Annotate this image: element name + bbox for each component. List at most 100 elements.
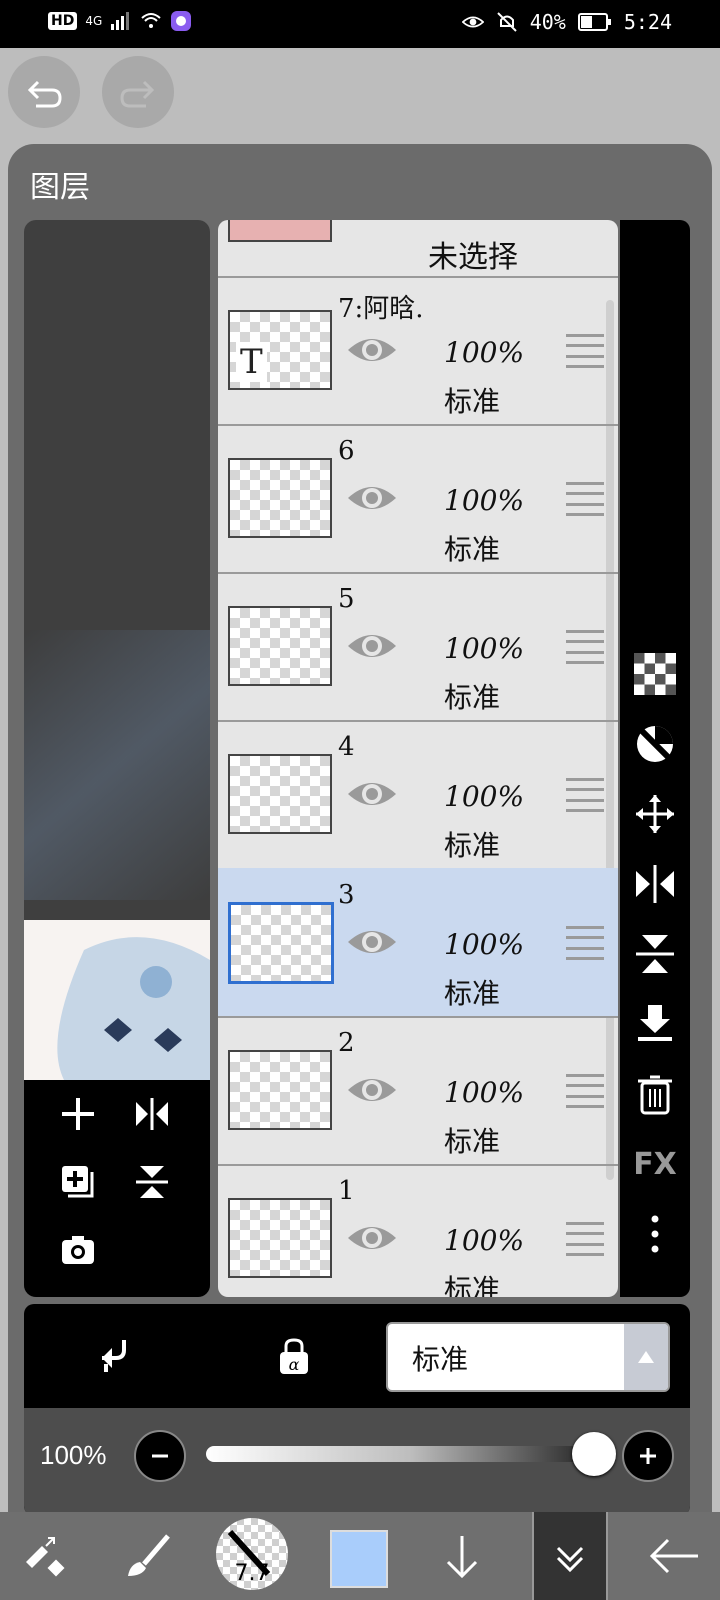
drag-handle-icon[interactable] (566, 926, 604, 960)
layer-thumbnail[interactable] (228, 902, 334, 984)
layer-row[interactable]: T 7:阿晗. 100% 标准 (218, 276, 618, 426)
opacity-label: 100% (40, 1440, 107, 1470)
preview-thumbnail (24, 920, 210, 1080)
drag-handle-icon[interactable] (566, 482, 604, 516)
canvas-preview[interactable] (24, 220, 210, 1297)
mask-button[interactable] (631, 720, 679, 768)
layer-row[interactable]: 6 100% 标准 (218, 424, 618, 574)
transparency-button[interactable] (631, 650, 679, 698)
camera-button[interactable] (54, 1226, 102, 1274)
thumb-partial (228, 220, 332, 242)
layer-row[interactable]: 4 100% 标准 (218, 720, 618, 870)
flip-vertical-button[interactable] (128, 1158, 176, 1206)
layer-list[interactable]: 未选择 T 7:阿晗. 100% 标准 6 100% 标准 5 100% 标准 4 100% 标准 3 10… (218, 220, 618, 1297)
mute-icon (496, 12, 517, 32)
pen-icon (227, 1529, 271, 1577)
unselected-item[interactable]: 未选择 (218, 220, 618, 278)
trash-icon (638, 1075, 672, 1115)
color-swatch[interactable] (330, 1530, 388, 1588)
layer-thumbnail[interactable]: T (228, 310, 332, 390)
artwork-thumbnail (24, 920, 210, 1080)
layer-opacity: 100% (444, 928, 525, 961)
opacity-decrease-button[interactable] (134, 1430, 186, 1482)
layer-row[interactable]: 3 100% 标准 (218, 868, 618, 1018)
drag-handle-icon[interactable] (566, 778, 604, 812)
drag-handle-icon[interactable] (566, 334, 604, 368)
eye-icon[interactable] (346, 922, 398, 962)
checker-icon (634, 653, 676, 695)
drag-handle-icon[interactable] (566, 630, 604, 664)
more-button[interactable] (631, 1210, 679, 1258)
slider-knob[interactable] (572, 1432, 616, 1476)
mask-icon (637, 726, 673, 762)
move-button[interactable] (631, 790, 679, 838)
flip-horizontal-button[interactable] (128, 1090, 176, 1138)
layer-blend-mode: 标准 (444, 829, 501, 862)
layer-thumbnail[interactable] (228, 1198, 332, 1278)
blend-panel: α 标准 100% (24, 1304, 690, 1516)
add-layer-button[interactable] (54, 1090, 102, 1138)
layer-row[interactable]: 1 100% 标准 (218, 1164, 618, 1297)
app-notification-icon (171, 11, 192, 31)
fx-button[interactable]: FX (631, 1140, 679, 1188)
layer-opacity: 100% (444, 484, 525, 517)
side-flip-vertical-button[interactable] (631, 930, 679, 978)
layer-thumbnail[interactable] (228, 606, 332, 686)
add-icon (62, 1098, 94, 1130)
undo-button[interactable] (8, 56, 80, 128)
side-flip-horizontal-button[interactable] (631, 860, 679, 908)
layer-opacity: 100% (444, 1076, 525, 1109)
eye-icon[interactable] (346, 1218, 398, 1258)
panel-title: 图层 (30, 170, 90, 205)
transform-icon (26, 1537, 65, 1577)
layer-blend-mode: 标准 (444, 385, 501, 418)
flip-vertical-icon (636, 935, 674, 973)
layer-down-button[interactable] (432, 1512, 492, 1600)
eye-comfort-icon (461, 16, 484, 28)
minus-icon (152, 1454, 168, 1458)
clipping-button[interactable] (90, 1332, 138, 1380)
layer-side-tools: FX (620, 220, 690, 1297)
transform-tool-button[interactable] (14, 1512, 74, 1600)
eye-icon[interactable] (346, 330, 398, 370)
duplicate-layer-button[interactable] (54, 1158, 102, 1206)
eye-icon[interactable] (346, 1070, 398, 1110)
layer-name: 6 (338, 436, 355, 466)
layer-name: 1 (338, 1176, 355, 1206)
eye-icon[interactable] (346, 626, 398, 666)
brush-tool-button[interactable] (118, 1512, 178, 1600)
layer-blend-mode: 标准 (444, 1273, 501, 1297)
eye-icon[interactable] (346, 478, 398, 518)
alpha-lock-button[interactable]: α (270, 1332, 318, 1380)
layers-toggle-button[interactable] (532, 1512, 608, 1600)
alpha-lock-icon: α (280, 1338, 308, 1374)
back-button[interactable] (636, 1512, 712, 1600)
layer-name: 4 (338, 732, 355, 762)
layer-thumbnail[interactable] (228, 458, 332, 538)
status-bar: HD 4G 40% 5:24 (0, 0, 720, 48)
drag-handle-icon[interactable] (566, 1222, 604, 1256)
duplicate-icon (62, 1166, 94, 1198)
layer-blend-mode: 标准 (444, 681, 501, 714)
battery-icon (577, 13, 611, 31)
opacity-increase-button[interactable] (622, 1430, 674, 1482)
drag-handle-icon[interactable] (566, 1074, 604, 1108)
layer-blend-mode: 标准 (444, 977, 501, 1010)
redo-button[interactable] (102, 56, 174, 128)
opacity-slider[interactable] (206, 1432, 616, 1476)
layer-thumbnail[interactable] (228, 1050, 332, 1130)
layer-name: 2 (338, 1028, 355, 1058)
blend-mode-select[interactable]: 标准 (386, 1322, 670, 1392)
layer-thumbnail[interactable] (228, 754, 332, 834)
signal-icon (111, 12, 130, 30)
merge-down-button[interactable] (631, 1000, 679, 1048)
unselected-label: 未选择 (428, 240, 518, 275)
layer-row[interactable]: 5 100% 标准 (218, 572, 618, 722)
eye-icon[interactable] (346, 774, 398, 814)
delete-layer-button[interactable] (631, 1070, 679, 1118)
brush-size-button[interactable]: 7.7 (216, 1518, 288, 1590)
opacity-row: 100% (24, 1408, 690, 1516)
layer-opacity: 100% (444, 1224, 525, 1257)
layer-row[interactable]: 2 100% 标准 (218, 1016, 618, 1166)
more-icon (651, 1215, 659, 1253)
